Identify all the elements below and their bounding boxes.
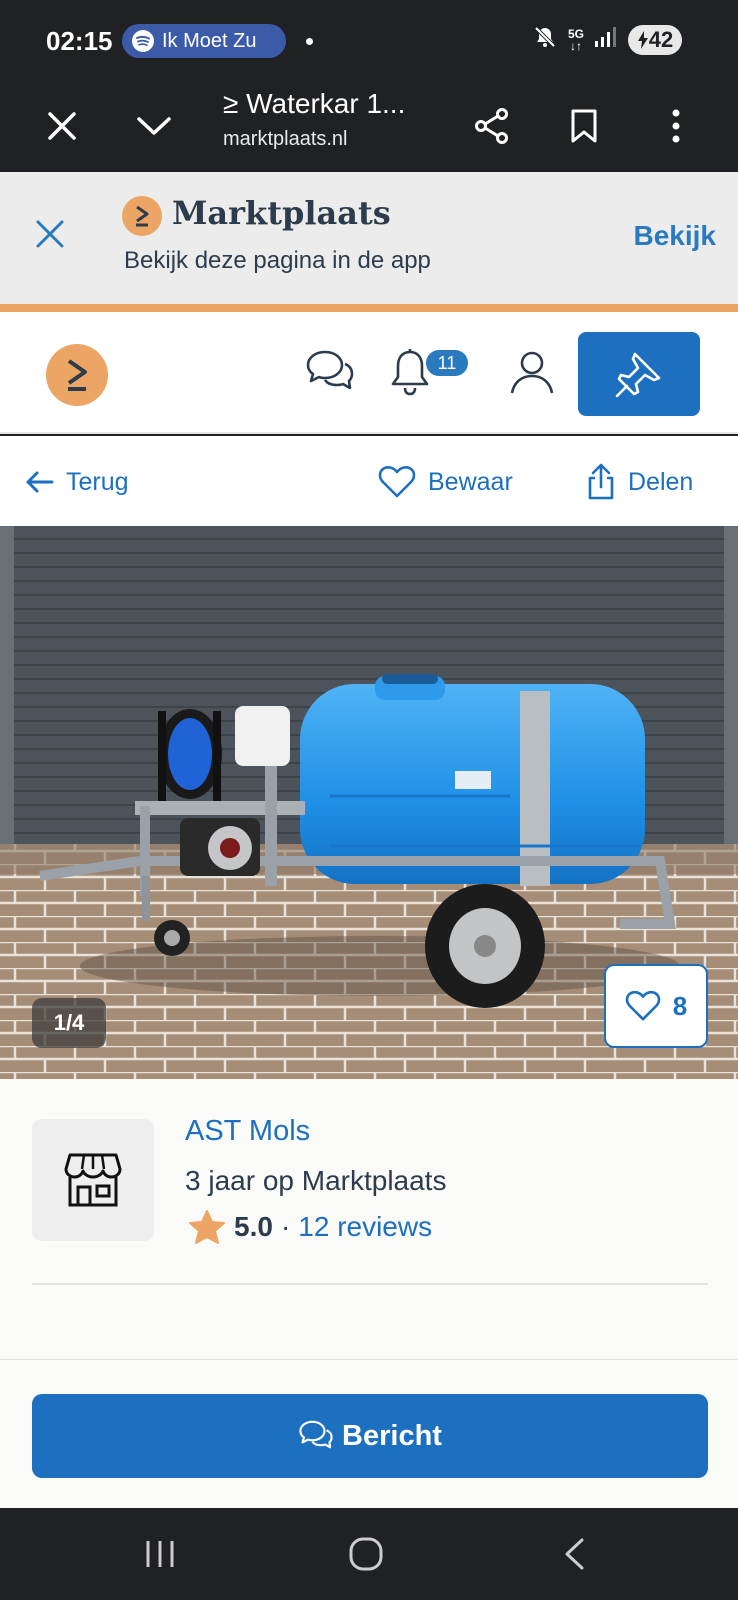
- upload-share-icon: [588, 463, 614, 500]
- share-label: Delen: [628, 467, 694, 496]
- more-options-button[interactable]: [648, 98, 704, 154]
- close-icon: [36, 220, 64, 248]
- mute-icon: [532, 24, 558, 55]
- charging-icon: [637, 30, 648, 49]
- notification-dot: [306, 38, 313, 45]
- dismiss-banner-button[interactable]: [28, 212, 72, 256]
- signal-icon: [594, 26, 618, 53]
- marktplaats-logo-icon: [67, 359, 87, 391]
- more-vertical-icon: [672, 109, 680, 143]
- recent-apps-button[interactable]: [130, 1526, 190, 1582]
- reviews-link[interactable]: 12 reviews: [298, 1211, 432, 1243]
- status-time: 02:15: [46, 26, 113, 56]
- star-icon: [189, 1210, 225, 1244]
- banner-brand: Marktplaats: [172, 194, 391, 232]
- rating-score: 5.0: [234, 1211, 273, 1242]
- back-label: Terug: [66, 467, 129, 496]
- spotify-icon: [132, 30, 154, 52]
- seller-section: AST Mols 3 jaar op Marktplaats 5.0 · 12 …: [0, 1079, 738, 1359]
- bookmark-button[interactable]: [556, 98, 612, 154]
- place-ad-button[interactable]: [578, 332, 700, 416]
- page-title: ≥ Waterkar 1...: [223, 88, 406, 119]
- open-in-app-button[interactable]: Bekijk: [634, 220, 717, 252]
- chat-icon: [306, 350, 354, 390]
- bell-icon: [391, 349, 429, 396]
- app-install-banner: Marktplaats Bekijk deze pagina in de app…: [0, 172, 738, 304]
- back-button[interactable]: Terug: [24, 462, 129, 502]
- seller-name-link[interactable]: AST Mols: [185, 1115, 310, 1148]
- user-icon: [510, 351, 554, 394]
- status-bar: 02:15 Ik Moet Zu 5G ↓↑ 42: [0, 0, 738, 82]
- home-logo-button[interactable]: [46, 344, 108, 406]
- network-badge: 5G ↓↑: [567, 26, 584, 53]
- contact-bar: Bericht: [0, 1359, 738, 1508]
- media-text: Ik Moet Zu: [162, 29, 257, 52]
- close-tab-button[interactable]: [34, 98, 90, 154]
- seller-avatar[interactable]: [32, 1119, 154, 1241]
- section-divider: [32, 1283, 708, 1285]
- favorite-count: 8: [672, 990, 688, 1021]
- arrow-left-icon: [26, 471, 54, 493]
- listing-photo[interactable]: 1/4 8: [0, 526, 738, 1079]
- banner-subtitle: Bekijk deze pagina in de app: [124, 247, 431, 274]
- chevron-left-icon: [565, 1538, 584, 1570]
- message-seller-button[interactable]: Bericht: [32, 1394, 708, 1478]
- banner-divider: [0, 304, 738, 312]
- rating-separator: ·: [280, 1211, 291, 1242]
- share-icon: [475, 108, 508, 144]
- site-header: 11: [0, 312, 738, 434]
- message-label: Bericht: [342, 1419, 442, 1452]
- save-label: Bewaar: [428, 467, 513, 496]
- close-icon: [48, 112, 76, 140]
- media-pill[interactable]: Ik Moet Zu: [122, 24, 286, 58]
- home-button[interactable]: [336, 1526, 396, 1582]
- pin-icon: [615, 352, 661, 398]
- page-url: marktplaats.nl: [223, 128, 348, 150]
- bookmark-icon: [571, 109, 597, 143]
- photo-counter: 1/4: [32, 998, 106, 1048]
- home-circle-icon: [349, 1537, 383, 1571]
- heart-icon: [625, 990, 661, 1021]
- heart-icon: [378, 466, 416, 498]
- chevron-down-icon: [137, 117, 171, 135]
- favorite-count-button[interactable]: 8: [604, 964, 708, 1048]
- share-button[interactable]: Delen: [586, 462, 693, 502]
- recent-apps-icon: [146, 1541, 174, 1567]
- system-back-button[interactable]: [544, 1526, 604, 1582]
- network-type: 5G: [567, 26, 584, 41]
- notification-count-badge: 11: [426, 350, 468, 376]
- profile-button[interactable]: [502, 342, 562, 402]
- status-icons: 5G ↓↑ 42: [532, 24, 682, 55]
- battery-indicator: 42: [628, 24, 682, 55]
- chat-icon: [299, 1420, 333, 1449]
- shop-icon: [64, 1153, 122, 1207]
- marktplaats-logo-icon: [122, 196, 162, 236]
- minimize-button[interactable]: [126, 98, 182, 154]
- seller-member-since: 3 jaar op Marktplaats: [185, 1165, 447, 1196]
- seller-rating: 5.0 · 12 reviews: [188, 1209, 432, 1245]
- battery-level: 42: [648, 26, 674, 52]
- save-button[interactable]: Bewaar: [378, 462, 513, 502]
- listing-action-row: Terug Bewaar Delen: [0, 436, 738, 526]
- system-navigation-bar: [0, 1508, 738, 1600]
- messages-button[interactable]: [300, 342, 360, 402]
- share-page-button[interactable]: [464, 98, 520, 154]
- browser-toolbar: ≥ Waterkar 1... marktplaats.nl: [0, 82, 738, 172]
